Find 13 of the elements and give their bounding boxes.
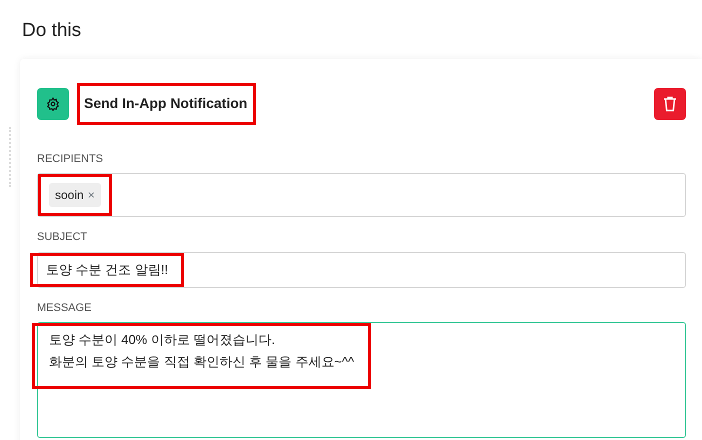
section-title: Do this (22, 20, 82, 43)
field-label: MESSAGE (37, 300, 92, 316)
field-label: RECIPIENTS (37, 152, 104, 167)
action-title: Send In-App Notification (84, 94, 248, 111)
gear-icon (37, 88, 69, 120)
trash-icon (663, 96, 677, 112)
recipients-field[interactable]: sooin × (37, 173, 686, 218)
field-label: SUBJECT (37, 230, 88, 246)
delete-button[interactable] (654, 88, 686, 120)
chip-text: sooin (55, 187, 84, 204)
message-text: 토양 수분이 40% 이하로 떨어졌습니다. 화분의 토양 수분을 직접 확인하신 후 물을 주세요~^^ (48, 331, 356, 371)
remove-icon[interactable]: × (88, 186, 95, 204)
field-value: 토양 수분 건조 알림!! (45, 260, 170, 279)
